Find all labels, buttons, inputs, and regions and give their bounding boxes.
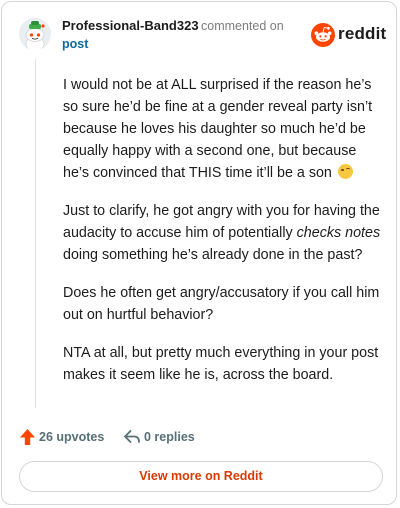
upvote-count: 26 upvotes <box>39 430 105 444</box>
thread-line <box>35 58 36 408</box>
reply-icon[interactable] <box>123 428 141 446</box>
avatar[interactable] <box>19 18 51 50</box>
comment-paragraph-4: NTA at all, but pretty much everything i… <box>63 345 379 383</box>
reddit-wordmark: reddit <box>338 24 387 43</box>
comment-embed-card: Professional-Band323 commented on post r… <box>1 1 397 505</box>
commented-on-label: commented on <box>201 19 284 33</box>
comment-paragraph-1: I would not be at ALL surprised if the r… <box>63 77 373 181</box>
comment-paragraph-3: Does he often get angry/accusatory if yo… <box>63 285 380 323</box>
username[interactable]: Professional-Band323 <box>62 18 199 33</box>
post-link[interactable]: post <box>62 37 88 51</box>
smirk-emoji-icon <box>337 164 353 179</box>
comment-body: I would not be at ALL surprised if the r… <box>63 74 381 402</box>
reply-count: 0 replies <box>144 430 195 444</box>
view-more-button[interactable]: View more on Reddit <box>19 461 383 492</box>
snoo-avatar-icon <box>19 18 51 50</box>
upvote-arrow-icon[interactable] <box>19 428 36 446</box>
comment-paragraph-2: Just to clarify, he got angry with you f… <box>63 203 381 263</box>
